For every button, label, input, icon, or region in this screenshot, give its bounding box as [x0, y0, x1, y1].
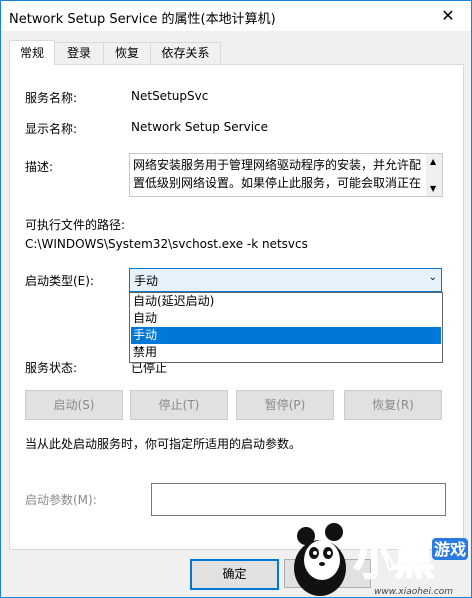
start-params-label: 启动参数(M): — [25, 493, 97, 507]
tab-recovery[interactable]: 恢复 — [103, 42, 151, 64]
option-auto-delayed[interactable]: 自动(延迟启动) — [131, 293, 441, 310]
startup-type-value: 手动 — [134, 274, 159, 288]
option-disabled[interactable]: 禁用 — [131, 344, 441, 361]
scroll-up-icon[interactable]: ▲ — [430, 157, 436, 166]
brand-url: www.xiaohei.com — [374, 587, 453, 597]
exe-path-value: C:\WINDOWS\System32\svchost.exe -k netsv… — [25, 237, 308, 251]
tab-dependencies[interactable]: 依存关系 — [150, 42, 221, 64]
description-box[interactable]: 网络安装服务用于管理网络驱动程序的安装，并允许配置低级别网络设置。如果停止此服务… — [129, 153, 443, 197]
close-icon[interactable]: ✕ — [425, 1, 471, 31]
window-title: Network Setup Service 的属性(本地计算机) — [9, 12, 276, 27]
description-text: 网络安装服务用于管理网络驱动程序的安装，并允许配置低级别网络设置。如果停止此服务… — [133, 158, 422, 190]
description-label: 描述: — [25, 160, 54, 174]
title-bar[interactable]: Network Setup Service 的属性(本地计算机) ✕ — [1, 1, 471, 31]
tab-logon[interactable]: 登录 — [54, 42, 104, 64]
service-name-label: 服务名称: — [25, 91, 78, 105]
option-auto[interactable]: 自动 — [131, 310, 441, 327]
service-name-value: NetSetupSvc — [131, 89, 209, 103]
brand-big-text: 小黑 — [354, 538, 434, 584]
hint-text: 当从此处启动服务时，你可指定所适用的启动参数。 — [25, 437, 302, 451]
scroll-down-icon[interactable]: ▼ — [430, 184, 436, 193]
display-name-value: Network Setup Service — [131, 120, 269, 134]
startup-type-select[interactable]: 手动 ⌄ — [129, 268, 442, 292]
brand-small-text: 游戏 — [434, 540, 466, 559]
resume-button[interactable]: 恢复(R) — [344, 390, 442, 420]
exe-path-label: 可执行文件的路径: — [25, 218, 126, 232]
stop-button[interactable]: 停止(T) — [130, 390, 228, 420]
option-manual[interactable]: 手动 — [131, 327, 441, 344]
startup-type-dropdown: 自动(延迟启动) 自动 手动 禁用 — [129, 292, 443, 363]
description-scrollbar[interactable]: ▲ ▼ — [426, 154, 442, 196]
pause-button[interactable]: 暂停(P) — [236, 390, 334, 420]
start-button[interactable]: 启动(S) — [25, 390, 123, 420]
display-name-label: 显示名称: — [25, 122, 78, 136]
startup-type-label: 启动类型(E): — [25, 274, 94, 288]
ok-button[interactable]: 确定 — [190, 559, 279, 590]
watermark-logo: 小黑 游戏 www.xiaohei.com — [294, 523, 468, 597]
chevron-down-icon[interactable]: ⌄ — [429, 272, 437, 283]
service-status-label: 服务状态: — [25, 361, 78, 375]
tab-general[interactable]: 常规 — [9, 40, 55, 65]
